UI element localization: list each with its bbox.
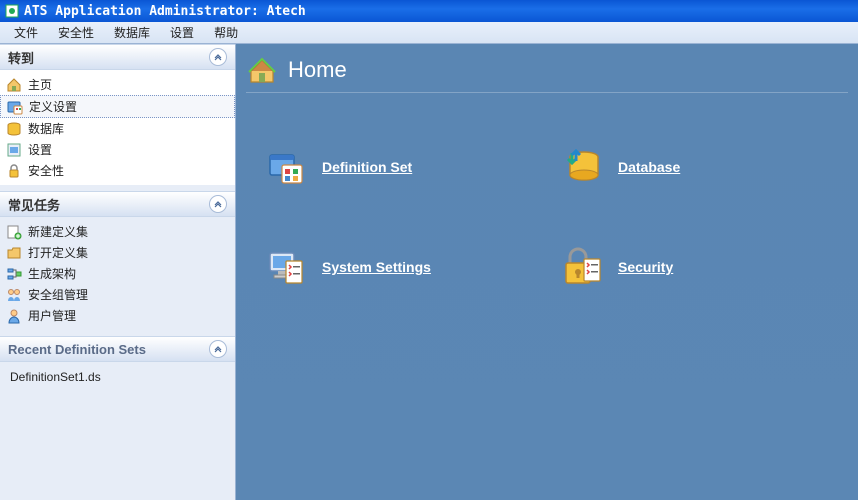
panel-title-tasks: 常见任务 [8, 195, 60, 214]
sidebar-panel-recent: Recent Definition Sets DefinitionSet1.ds [0, 336, 235, 392]
sidebar-item-label: 安全性 [28, 162, 64, 179]
sidebar-item-security[interactable]: 安全性 [0, 160, 235, 181]
tile-database[interactable]: Database [562, 147, 828, 187]
tile-definition-set[interactable]: Definition Set [266, 147, 532, 187]
menu-help[interactable]: 帮助 [204, 22, 248, 43]
sidebar-panel-goto: 转到 主页 定义设置 [0, 44, 235, 185]
sidebar-item-label: 安全组管理 [28, 286, 88, 303]
security-icon [6, 163, 22, 179]
menu-settings[interactable]: 设置 [160, 22, 204, 43]
menu-file[interactable]: 文件 [4, 22, 48, 43]
group-mgmt-icon [6, 287, 22, 303]
sidebar-item-group-mgmt[interactable]: 安全组管理 [0, 284, 235, 305]
database-large-icon [562, 147, 602, 187]
database-icon [6, 121, 22, 137]
chevron-up-icon[interactable] [209, 340, 227, 358]
sidebar-item-label: 生成架构 [28, 265, 76, 282]
menu-security[interactable]: 安全性 [48, 22, 104, 43]
menu-database[interactable]: 数据库 [104, 22, 160, 43]
content-area: Home Definition Set [236, 44, 858, 500]
sidebar-item-label: 用户管理 [28, 307, 76, 324]
content-title-text: Home [288, 57, 347, 83]
sidebar-item-label: 定义设置 [29, 98, 77, 115]
app-icon [4, 3, 20, 19]
panel-header-goto[interactable]: 转到 [0, 44, 235, 70]
sidebar-item-home[interactable]: 主页 [0, 74, 235, 95]
sidebar-item-label: 设置 [28, 141, 52, 158]
new-definition-icon [6, 224, 22, 240]
tile-label: Security [618, 259, 673, 275]
security-large-icon [562, 247, 602, 287]
menubar: 文件 安全性 数据库 设置 帮助 [0, 22, 858, 44]
panel-title-goto: 转到 [8, 48, 34, 67]
divider [246, 92, 848, 93]
user-mgmt-icon [6, 308, 22, 324]
sidebar-item-label: 数据库 [28, 120, 64, 137]
sidebar: 转到 主页 定义设置 [0, 44, 236, 500]
system-settings-icon [266, 247, 306, 287]
sidebar-item-gen-schema[interactable]: 生成架构 [0, 263, 235, 284]
chevron-up-icon[interactable] [209, 48, 227, 66]
sidebar-item-label: 打开定义集 [28, 244, 88, 261]
sidebar-item-label: 主页 [28, 76, 52, 93]
panel-title-recent: Recent Definition Sets [8, 342, 146, 357]
open-definition-icon [6, 245, 22, 261]
tile-security[interactable]: Security [562, 247, 828, 287]
tile-label: Database [618, 159, 680, 175]
sidebar-item-user-mgmt[interactable]: 用户管理 [0, 305, 235, 326]
sidebar-item-open-def[interactable]: 打开定义集 [0, 242, 235, 263]
chevron-up-icon[interactable] [209, 195, 227, 213]
titlebar-text: ATS Application Administrator: Atech [24, 4, 306, 19]
tile-label: System Settings [322, 259, 431, 275]
titlebar: ATS Application Administrator: Atech [0, 0, 858, 22]
settings-icon [6, 142, 22, 158]
definition-set-icon [266, 147, 306, 187]
panel-header-recent[interactable]: Recent Definition Sets [0, 336, 235, 362]
generate-schema-icon [6, 266, 22, 282]
sidebar-item-label: 新建定义集 [28, 223, 88, 240]
tile-grid: Definition Set Database [236, 103, 858, 307]
home-icon [6, 77, 22, 93]
tile-label: Definition Set [322, 159, 412, 175]
sidebar-item-database[interactable]: 数据库 [0, 118, 235, 139]
panel-header-tasks[interactable]: 常见任务 [0, 191, 235, 217]
sidebar-panel-tasks: 常见任务 新建定义集 打开定义集 [0, 191, 235, 330]
sidebar-item-definition[interactable]: 定义设置 [0, 95, 235, 118]
sidebar-item-settings[interactable]: 设置 [0, 139, 235, 160]
content-title-row: Home [236, 44, 858, 90]
tile-system-settings[interactable]: System Settings [266, 247, 532, 287]
definition-icon [7, 99, 23, 115]
sidebar-item-new-def[interactable]: 新建定义集 [0, 221, 235, 242]
recent-item[interactable]: DefinitionSet1.ds [0, 366, 235, 388]
home-large-icon [246, 54, 278, 86]
